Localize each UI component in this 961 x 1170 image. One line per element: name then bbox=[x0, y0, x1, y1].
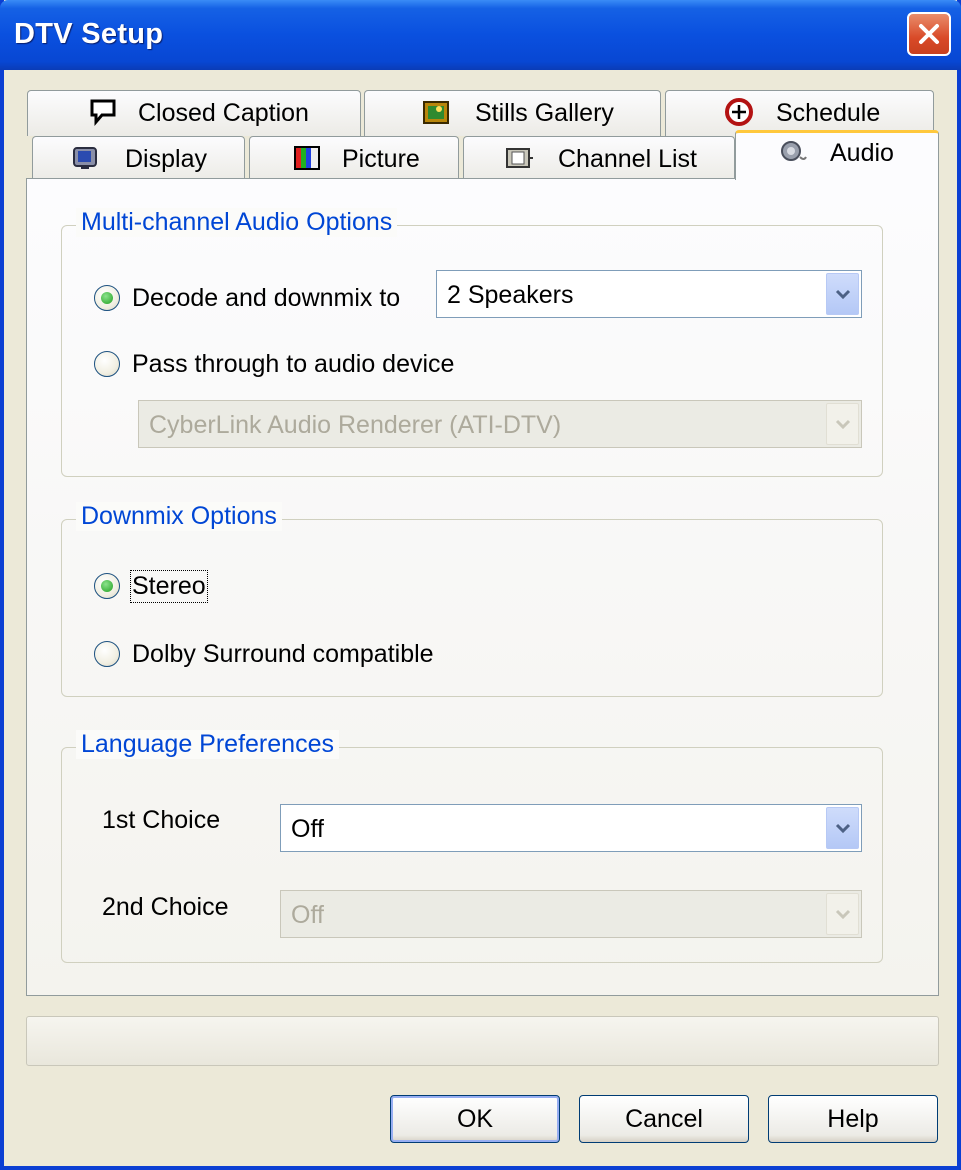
title-bar[interactable]: DTV Setup bbox=[0, 0, 961, 70]
dropdown-value: CyberLink Audio Renderer (ATI-DTV) bbox=[149, 411, 562, 439]
close-button[interactable] bbox=[907, 12, 951, 56]
cancel-button[interactable]: Cancel bbox=[579, 1095, 749, 1143]
audio-device-dropdown: CyberLink Audio Renderer (ATI-DTV) bbox=[138, 400, 862, 448]
tab-display[interactable]: Display bbox=[32, 136, 245, 180]
tab-label: Closed Caption bbox=[138, 99, 309, 127]
speakers-dropdown[interactable]: 2 Speakers bbox=[436, 270, 862, 318]
downmix-options-group: Downmix Options Stereo Dolby Surround co… bbox=[61, 502, 883, 697]
dropdown-value: Off bbox=[291, 815, 324, 843]
status-bar bbox=[26, 1016, 939, 1066]
chevron-down-icon bbox=[835, 823, 851, 834]
speech-bubble-icon bbox=[90, 99, 116, 127]
radio-label: Stereo bbox=[130, 570, 208, 603]
group-legend: Language Preferences bbox=[76, 730, 339, 759]
help-button[interactable]: Help bbox=[768, 1095, 938, 1143]
tab-label: Audio bbox=[830, 139, 894, 167]
dropdown-arrow[interactable] bbox=[826, 807, 859, 849]
tab-label: Stills Gallery bbox=[475, 99, 614, 127]
radio-label: Pass through to audio device bbox=[132, 350, 455, 378]
first-choice-dropdown[interactable]: Off bbox=[280, 804, 862, 852]
chevron-down-icon bbox=[835, 909, 851, 920]
ok-button[interactable]: OK bbox=[390, 1095, 560, 1143]
color-bars-icon bbox=[294, 146, 320, 170]
tab-label: Display bbox=[125, 145, 207, 173]
radio-indicator bbox=[94, 573, 120, 599]
film-strip-icon bbox=[506, 148, 533, 168]
monitor-icon bbox=[73, 147, 97, 169]
dtv-setup-window: DTV Setup Closed Caption Stills Gallery … bbox=[0, 0, 961, 1170]
dropdown-arrow bbox=[826, 893, 859, 935]
second-choice-dropdown: Off bbox=[280, 890, 862, 938]
tab-picture[interactable]: Picture bbox=[249, 136, 459, 180]
radio-label: Decode and downmix to bbox=[132, 284, 401, 312]
language-preferences-group: Language Preferences 1st Choice Off 2nd … bbox=[61, 730, 883, 963]
picture-frame-icon bbox=[423, 101, 449, 124]
group-legend: Downmix Options bbox=[76, 502, 282, 531]
close-icon bbox=[919, 24, 939, 44]
tab-label: Channel List bbox=[558, 145, 697, 173]
speaker-icon bbox=[781, 141, 807, 161]
radio-indicator bbox=[94, 351, 120, 377]
dropdown-value: Off bbox=[291, 901, 324, 929]
chevron-down-icon bbox=[835, 419, 851, 430]
tab-label: Picture bbox=[342, 145, 420, 173]
tab-closed-caption[interactable]: Closed Caption bbox=[27, 90, 361, 136]
radio-indicator bbox=[94, 641, 120, 667]
second-choice-label: 2nd Choice bbox=[102, 893, 229, 921]
tab-label: Schedule bbox=[776, 99, 881, 127]
chevron-down-icon bbox=[835, 289, 851, 300]
radio-label: Dolby Surround compatible bbox=[132, 640, 434, 668]
dropdown-arrow bbox=[826, 403, 859, 445]
group-legend: Multi-channel Audio Options bbox=[76, 208, 398, 237]
clock-icon bbox=[725, 98, 753, 126]
audio-tab-panel: Multi-channel Audio Options Decode and d… bbox=[26, 178, 939, 996]
multichannel-audio-group: Multi-channel Audio Options Decode and d… bbox=[61, 208, 883, 477]
radio-indicator bbox=[94, 285, 120, 311]
dropdown-value: 2 Speakers bbox=[447, 281, 574, 309]
tab-stills-gallery[interactable]: Stills Gallery bbox=[364, 90, 661, 136]
tab-channel-list[interactable]: Channel List bbox=[463, 136, 735, 180]
window-title: DTV Setup bbox=[14, 18, 164, 50]
tab-audio[interactable]: Audio bbox=[735, 130, 939, 180]
first-choice-label: 1st Choice bbox=[102, 806, 221, 834]
dropdown-arrow[interactable] bbox=[826, 273, 859, 315]
